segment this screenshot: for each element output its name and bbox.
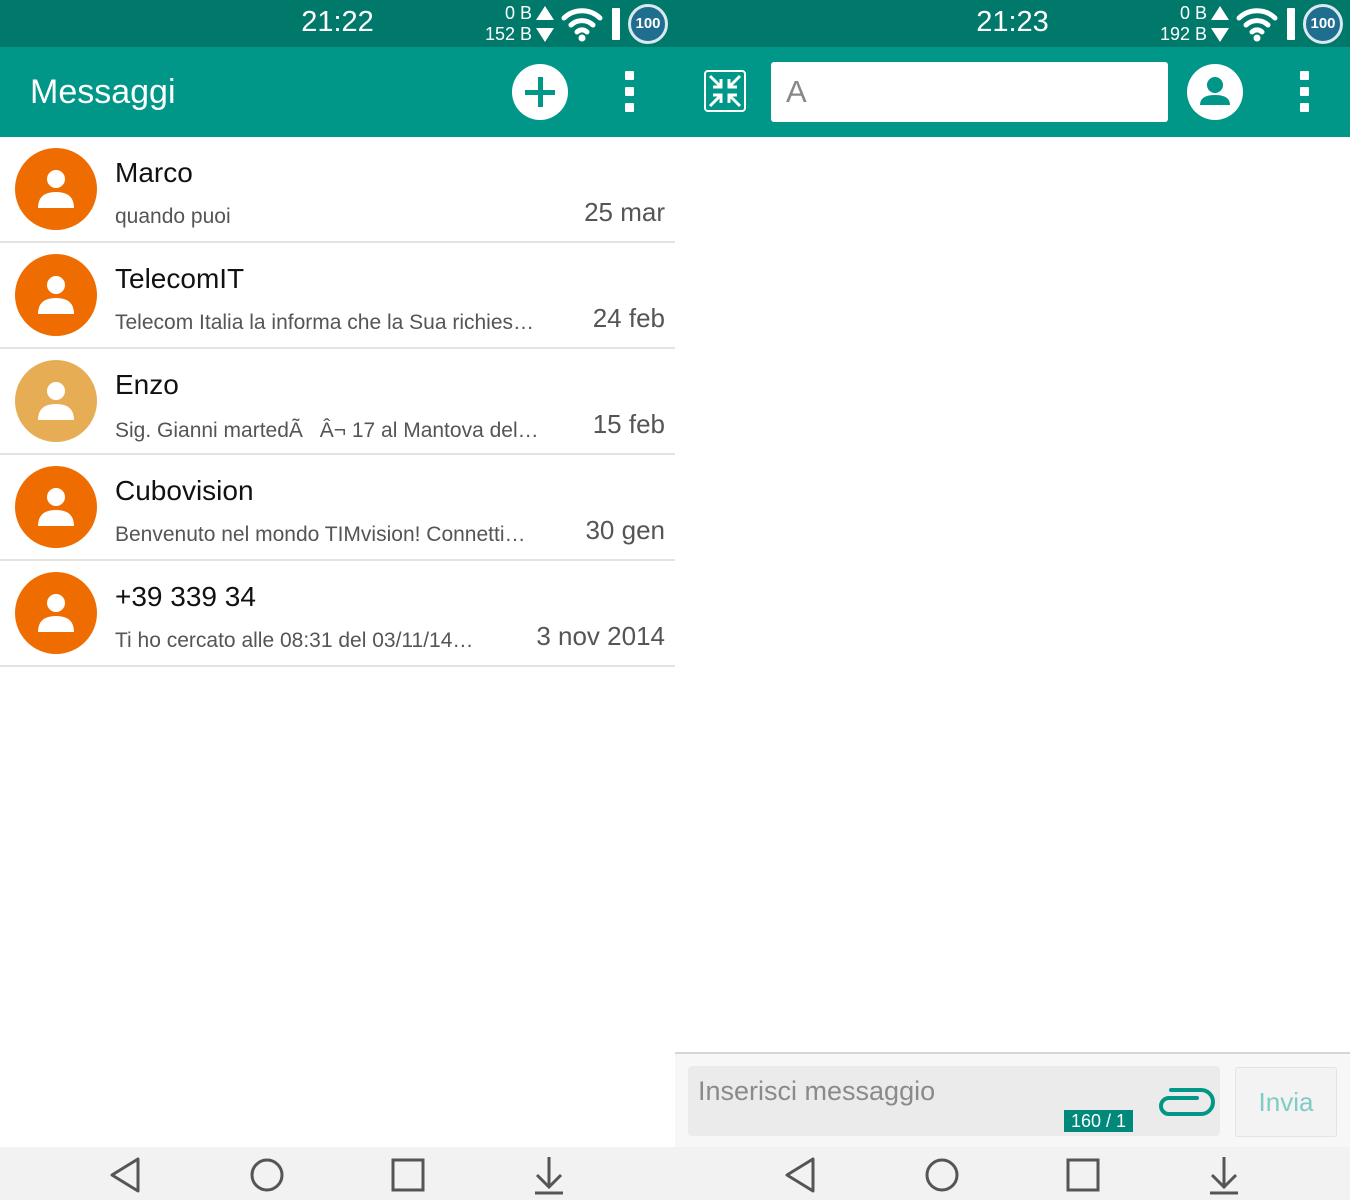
- battery-icon: 100: [628, 4, 668, 44]
- upload-rate: 0 B: [1179, 3, 1207, 23]
- character-counter: 160 / 1: [1064, 1110, 1134, 1132]
- composer: Inserisci messaggio 160 / 1 Invia: [675, 1052, 1350, 1147]
- conversation-list-screen: 21:22 0 B 152 B 100 Messaggi Marco quando…: [0, 0, 675, 1200]
- avatar: [15, 572, 97, 654]
- conversation-name: Marco: [115, 157, 193, 188]
- conversation-preview: Benvenuto nel mondo TIMvision! Connetti…: [115, 523, 526, 546]
- recents-icon[interactable]: [1063, 1155, 1103, 1195]
- new-message-button[interactable]: [512, 64, 568, 120]
- conversation-preview: Sig. Gianni martedÃÂ¬ 17 al Mantova del…: [115, 419, 539, 442]
- conversation-list: Marco quando puoi 25 mar TelecomIT Telecom I…: [0, 137, 675, 667]
- compose-screen: 21:23 0 B 192 B 100 A Inserisci messaggi…: [675, 0, 1350, 1200]
- conversation-date: 25 mar: [584, 197, 665, 227]
- wifi-icon: [1236, 8, 1278, 42]
- recipient-input[interactable]: A: [771, 62, 1168, 122]
- status-bar: 21:23 0 B 192 B 100: [675, 0, 1350, 47]
- conversation-item[interactable]: TelecomIT Telecom Italia la informa che l…: [0, 243, 675, 349]
- status-bar: 21:22 0 B 152 B 100: [0, 0, 675, 47]
- home-icon[interactable]: [247, 1155, 287, 1195]
- back-icon[interactable]: [106, 1155, 146, 1195]
- person-icon: [38, 594, 74, 632]
- avatar: [15, 360, 97, 442]
- toolbar: A: [675, 47, 1350, 137]
- upload-rate: 0 B: [504, 3, 532, 23]
- conversation-date: 24 feb: [592, 303, 665, 333]
- conversation-name: TelecomIT: [115, 263, 245, 294]
- more-options-icon[interactable]: [1296, 71, 1312, 115]
- contact-icon: [1200, 77, 1230, 105]
- signal-icon: [1287, 8, 1295, 40]
- message-input[interactable]: Inserisci messaggio 160 / 1: [688, 1066, 1220, 1136]
- toolbar: Messaggi: [0, 47, 675, 137]
- recents-icon[interactable]: [388, 1155, 428, 1195]
- page-title: Messaggi: [30, 73, 176, 111]
- home-icon[interactable]: [922, 1155, 962, 1195]
- conversation-date: 30 gen: [585, 515, 665, 545]
- back-icon[interactable]: [781, 1155, 821, 1195]
- conversation-date: 15 feb: [592, 409, 665, 439]
- person-icon: [38, 382, 74, 420]
- avatar: [15, 148, 97, 230]
- traffic-arrows-icon: [536, 6, 554, 42]
- conversation-item[interactable]: +39 339 34 Ti ho cercato alle 08:31 del 0…: [0, 561, 675, 667]
- navigation-bar: [675, 1147, 1350, 1200]
- conversation-preview: quando puoi: [115, 205, 231, 228]
- battery-icon: 100: [1303, 4, 1343, 44]
- traffic-arrows-icon: [1211, 6, 1229, 42]
- contact-picker-button[interactable]: [1187, 64, 1243, 120]
- conversation-item[interactable]: Enzo Sig. Gianni martedÃÂ¬ 17 al Mantova…: [0, 349, 675, 455]
- person-icon: [38, 170, 74, 208]
- wifi-icon: [561, 8, 603, 42]
- conversation-preview: Telecom Italia la informa che la Sua ric…: [115, 311, 535, 334]
- send-button[interactable]: Invia: [1235, 1067, 1337, 1137]
- avatar: [15, 466, 97, 548]
- compress-icon[interactable]: [704, 70, 746, 112]
- signal-icon: [612, 8, 620, 40]
- attach-icon[interactable]: [1153, 1086, 1217, 1122]
- conversation-item[interactable]: Marco quando puoi 25 mar: [0, 137, 675, 243]
- notifications-icon[interactable]: [1204, 1155, 1244, 1195]
- avatar: [15, 254, 97, 336]
- person-icon: [38, 488, 74, 526]
- conversation-item[interactable]: Cubovision Benvenuto nel mondo TIMvision!…: [0, 455, 675, 561]
- more-options-icon[interactable]: [621, 71, 637, 115]
- add-icon: [525, 77, 555, 107]
- conversation-name: Enzo: [115, 369, 179, 400]
- download-rate: 152 B: [484, 24, 532, 44]
- network-traffic: 0 B 152 B: [470, 3, 532, 45]
- notifications-icon[interactable]: [529, 1155, 569, 1195]
- conversation-name: Cubovision: [115, 475, 254, 506]
- conversation-preview: Ti ho cercato alle 08:31 del 03/11/14…: [115, 629, 474, 652]
- person-icon: [38, 276, 74, 314]
- download-rate: 192 B: [1159, 24, 1207, 44]
- conversation-name: +39 339 34: [115, 581, 256, 612]
- conversation-date: 3 nov 2014: [536, 621, 665, 651]
- message-placeholder: Inserisci messaggio: [698, 1076, 936, 1106]
- navigation-bar: [0, 1147, 675, 1200]
- network-traffic: 0 B 192 B: [1145, 3, 1207, 45]
